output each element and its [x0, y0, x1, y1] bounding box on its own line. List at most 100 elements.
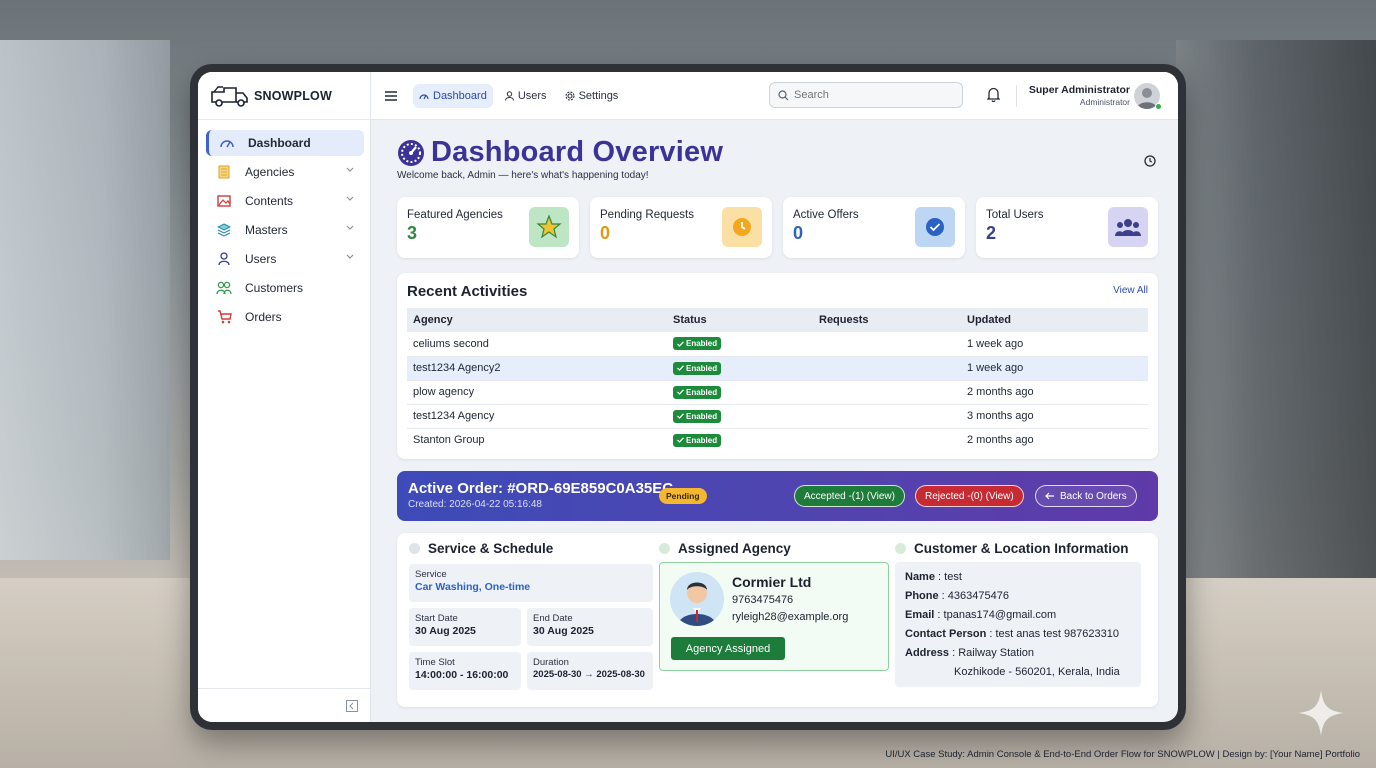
divider — [1016, 85, 1017, 107]
agency-phone: 9763475476 — [732, 594, 794, 606]
user-info[interactable]: Super Administrator Administrator — [1029, 84, 1130, 107]
cell-updated: 1 week ago — [961, 356, 1148, 381]
section-dot — [895, 543, 906, 554]
bell-icon[interactable] — [987, 87, 1000, 102]
sidebar-item-dashboard[interactable]: Dashboard — [206, 130, 364, 156]
column-header[interactable]: Requests — [813, 308, 961, 332]
cell-updated: 2 months ago — [967, 434, 1034, 447]
tab-settings[interactable]: Settings — [559, 84, 625, 108]
agency-avatar — [670, 572, 724, 626]
page-header: Dashboard Overview — [397, 136, 1158, 169]
stat-card-active-offers[interactable]: Active Offers 0 — [783, 197, 965, 258]
cell-agency: celiums second — [407, 332, 667, 357]
table-row[interactable]: Stanton Group Enabled 2 months ago — [407, 428, 1148, 452]
sidebar-item-label: Users — [245, 252, 277, 266]
cell-updated: 2 months ago — [961, 380, 1148, 405]
customer-email-row: Email : tpanas174@gmail.com — [905, 609, 1057, 621]
search-box[interactable] — [769, 82, 963, 108]
stat-card-featured-agencies[interactable]: Featured Agencies 3 — [397, 197, 579, 258]
sidebar-item-users[interactable]: Users — [206, 246, 364, 272]
duration-value: 2025-08-30 → 2025-08-30 — [533, 669, 645, 680]
cell-requests — [813, 428, 961, 452]
search-input[interactable] — [794, 89, 954, 101]
check-icon — [677, 437, 684, 444]
agency-email: ryleigh28@example.org — [732, 611, 849, 623]
agency-card[interactable]: Cormier Ltd 9763475476 ryleigh28@example… — [659, 562, 889, 671]
chevron-down-icon[interactable] — [346, 196, 354, 202]
section-title: Service & Schedule — [428, 541, 554, 556]
table-row[interactable]: celiums second Enabled 1 week ago — [407, 332, 1148, 357]
check-icon — [677, 365, 684, 371]
cell-requests — [813, 332, 961, 357]
section-title: Recent Activities — [407, 283, 528, 300]
section-dot — [659, 543, 670, 554]
column-header[interactable]: Agency — [407, 308, 667, 332]
rejected-button[interactable]: Rejected -(0) (View) — [915, 485, 1024, 507]
cell-agency: test1234 Agency — [407, 404, 667, 429]
image-icon — [216, 193, 232, 209]
sidebar-item-orders[interactable]: Orders — [206, 304, 364, 330]
sidebar-item-agencies[interactable]: Agencies — [206, 159, 364, 185]
field-label: Service — [415, 569, 447, 580]
status-text: Enabled — [686, 363, 718, 373]
customer-location-section: Customer & Location Information Name : t… — [895, 541, 1141, 707]
cell-status: Enabled — [667, 404, 813, 429]
stat-cards: Featured Agencies 3 Pending Requests 0 A… — [397, 197, 1158, 258]
table-header-row: Agency Status Requests Updated — [407, 308, 1148, 332]
service-schedule-section: Service & Schedule Service Car Washing, … — [409, 541, 653, 707]
column-header[interactable]: Updated — [961, 308, 1148, 332]
user-role: Administrator — [1079, 97, 1130, 107]
tab-users[interactable]: Users — [499, 84, 553, 108]
chevron-down-icon[interactable] — [346, 254, 354, 260]
customer-name-row: Name : test — [905, 571, 962, 583]
clock-icon[interactable] — [1144, 155, 1156, 167]
address-line-2: Kozhikode - 560201, Kerala, India — [954, 666, 1120, 678]
menu-icon[interactable] — [385, 90, 397, 101]
page-subtitle: Welcome back, Admin — here's what's happ… — [397, 170, 649, 181]
check-icon — [677, 413, 684, 419]
button-label: Back to Orders — [1060, 490, 1127, 502]
service-value: Car Washing, One-time — [415, 581, 531, 593]
gauge-icon — [419, 94, 429, 100]
status-badge: Pending — [659, 488, 707, 504]
sidebar-item-customers[interactable]: Customers — [206, 275, 364, 301]
chevron-down-icon[interactable] — [346, 225, 354, 231]
chevron-down-icon[interactable] — [346, 167, 354, 173]
cell-agency: Stanton Group — [413, 434, 485, 447]
agency-assigned-button[interactable]: Agency Assigned — [671, 637, 785, 660]
sidebar-item-contents[interactable]: Contents — [206, 188, 364, 214]
field-label: Name — [905, 571, 935, 583]
address-row: Address : Railway Station — [905, 647, 1035, 659]
view-all-link[interactable]: View All — [1113, 285, 1148, 296]
table-row[interactable]: test1234 Agency2 Enabled 1 week ago — [407, 356, 1148, 381]
stat-card-total-users[interactable]: Total Users 2 — [976, 197, 1158, 258]
activities-table: Agency Status Requests Updated celiums s… — [407, 308, 1148, 452]
tab-label: Users — [517, 89, 547, 102]
collapse-sidebar-icon[interactable] — [346, 699, 358, 712]
cell-requests — [813, 404, 961, 429]
sidebar-item-masters[interactable]: Masters — [206, 217, 364, 243]
table-row[interactable]: plow agency Enabled 2 months ago — [407, 380, 1148, 405]
status-text: Enabled — [686, 339, 718, 349]
cell-agency: plow agency — [407, 380, 667, 405]
contact-person-row: Contact Person : test anas test 98762331… — [905, 628, 1120, 640]
status-text: Enabled — [686, 435, 718, 445]
brand-logo[interactable]: SNOWPLOW — [198, 72, 370, 120]
start-date-box: Start Date 30 Aug 2025 — [409, 608, 521, 646]
column-header[interactable]: Status — [667, 308, 813, 332]
accepted-button[interactable]: Accepted -(1) (View) — [794, 485, 905, 507]
customer-phone: 4363475476 — [947, 590, 1009, 602]
layers-icon — [216, 222, 232, 238]
check-circle-icon — [915, 207, 955, 247]
background-shelf — [1176, 40, 1376, 580]
table-row[interactable]: test1234 Agency Enabled 3 months ago — [407, 404, 1148, 429]
clock-icon — [722, 207, 762, 247]
field-label: Duration — [533, 657, 569, 668]
dates-row: Start Date 30 Aug 2025 End Date 30 Aug 2… — [409, 608, 653, 646]
cart-icon — [216, 309, 232, 325]
brand-name: SNOWPLOW — [254, 88, 332, 103]
back-to-orders-button[interactable]: Back to Orders — [1035, 485, 1137, 507]
tab-dashboard[interactable]: Dashboard — [413, 83, 493, 108]
stat-card-pending-requests[interactable]: Pending Requests 0 — [590, 197, 772, 258]
section-header: Assigned Agency — [659, 541, 889, 556]
